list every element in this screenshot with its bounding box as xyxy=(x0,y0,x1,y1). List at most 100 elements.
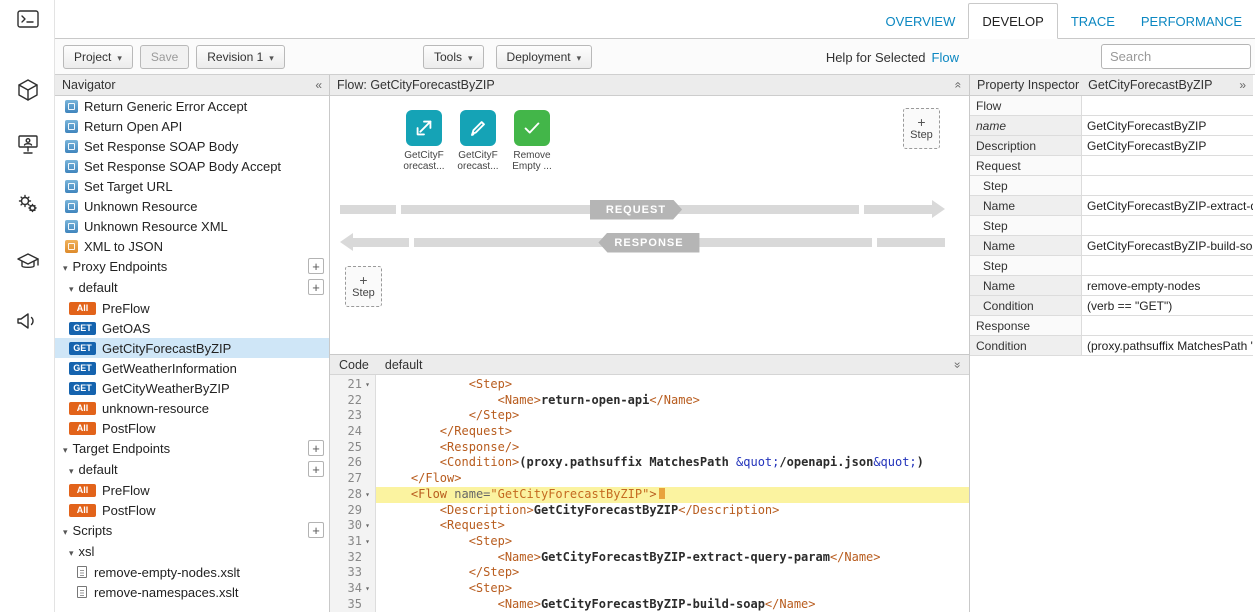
project-menu-button[interactable]: Project xyxy=(63,45,133,69)
navigator-file-item[interactable]: remove-namespaces.xslt xyxy=(55,582,329,602)
rail-workshop-icon[interactable] xyxy=(14,131,41,158)
flow-canvas: Step REQUEST RESPONSE xyxy=(330,96,969,354)
navigator-policy-item[interactable]: Return Open API xyxy=(55,116,329,136)
code-token: </Name> xyxy=(649,393,700,407)
code-line-31[interactable]: <Step> xyxy=(376,534,969,550)
code-line-26[interactable]: <Condition>(proxy.pathsuffix MatchesPath… xyxy=(376,455,969,471)
rail-megaphone-icon[interactable] xyxy=(14,307,41,334)
code-editor[interactable]: 21▾22232425262728▾2930▾31▾323334▾35 <Ste… xyxy=(330,375,969,612)
navigator-flow-item-preflow[interactable]: AllPreFlow xyxy=(55,298,329,318)
deployment-menu-button[interactable]: Deployment xyxy=(496,45,593,69)
fold-toggle-icon[interactable]: ▾ xyxy=(362,581,373,597)
rail-graduation-cap-icon[interactable] xyxy=(14,249,41,276)
navigator-flow-item-getoas[interactable]: GETGetOAS xyxy=(55,318,329,338)
navigator-policy-item[interactable]: Set Response SOAP Body Accept xyxy=(55,156,329,176)
code-line-23[interactable]: </Step> xyxy=(376,408,969,424)
navigator-flow-item-getweatherinformation[interactable]: GETGetWeatherInformation xyxy=(55,358,329,378)
fold-toggle-icon[interactable]: ▾ xyxy=(362,518,373,534)
navigator-group-default[interactable]: default xyxy=(55,277,329,298)
code-line-33[interactable]: </Step> xyxy=(376,565,969,581)
navigator-flow-item-postflow[interactable]: AllPostFlow xyxy=(55,500,329,520)
verb-badge: All xyxy=(69,484,96,497)
policy-icon xyxy=(65,240,78,253)
navigator-group-default[interactable]: default xyxy=(55,459,329,480)
rail-terminal-icon[interactable] xyxy=(14,6,41,33)
navigator-flow-item-preflow[interactable]: AllPreFlow xyxy=(55,480,329,500)
add-target-endpoints-button[interactable] xyxy=(308,440,324,456)
gutter-line: 26 xyxy=(330,455,375,471)
collapse-navigator-icon[interactable] xyxy=(315,78,322,92)
navigator-flow-item-getcityweatherbyzip[interactable]: GETGetCityWeatherByZIP xyxy=(55,378,329,398)
add-step-button-response[interactable]: Step xyxy=(345,266,382,307)
navigator-flow-item-postflow[interactable]: AllPostFlow xyxy=(55,418,329,438)
navigator-section-scripts[interactable]: Scripts xyxy=(55,520,329,541)
fold-toggle-icon[interactable]: ▾ xyxy=(362,377,373,393)
inspector-row-label: Name xyxy=(970,276,1082,295)
code-line-22[interactable]: <Name>return-open-api</Name> xyxy=(376,393,969,409)
code-line-32[interactable]: <Name>GetCityForecastByZIP-extract-query… xyxy=(376,550,969,566)
flow-step-2[interactable]: GetCityForecast... xyxy=(455,110,501,172)
navigator-policy-item[interactable]: Set Target URL xyxy=(55,176,329,196)
navigator-flow-item-getcityforecastbyzip[interactable]: GETGetCityForecastByZIP xyxy=(55,338,329,358)
inspector-row-value[interactable]: GetCityForecastByZIP-build-soap xyxy=(1082,236,1253,255)
fold-toggle-icon[interactable]: ▾ xyxy=(362,534,373,550)
inspector-row-value[interactable]: GetCityForecastByZIP xyxy=(1082,136,1253,155)
collapse-inspector-icon[interactable] xyxy=(1239,78,1246,92)
revision-menu-button[interactable]: Revision 1 xyxy=(196,45,285,69)
code-line-21[interactable]: <Step> xyxy=(376,377,969,393)
code-token: GetCityForecastByZIP-extract-query-param xyxy=(541,550,830,564)
code-line-27[interactable]: </Flow> xyxy=(376,471,969,487)
help-selected-flow-link[interactable]: Flow xyxy=(932,50,959,65)
code-line-30[interactable]: <Request> xyxy=(376,518,969,534)
navigator-policy-item[interactable]: Unknown Resource xyxy=(55,196,329,216)
add-step-button-request[interactable]: Step xyxy=(903,108,940,149)
tab-trace[interactable]: TRACE xyxy=(1058,4,1128,38)
verb-badge: All xyxy=(69,302,96,315)
inspector-row-value[interactable]: GetCityForecastByZIP-extract-qu xyxy=(1082,196,1253,215)
navigator-group-xsl[interactable]: xsl xyxy=(55,541,329,562)
navigator-policy-item[interactable]: Unknown Resource XML xyxy=(55,216,329,236)
collapse-flow-panel-icon[interactable] xyxy=(955,78,962,92)
inspector-row-value[interactable]: (verb == "GET") xyxy=(1082,296,1253,315)
save-button[interactable]: Save xyxy=(140,45,189,69)
code-tab-default[interactable]: default xyxy=(385,358,423,372)
flow-step-1[interactable]: GetCityForecast... xyxy=(401,110,447,172)
file-icon xyxy=(77,586,87,598)
tab-overview[interactable]: OVERVIEW xyxy=(873,4,969,38)
add-default-button[interactable] xyxy=(308,461,324,477)
navigator-policy-item[interactable]: Return Generic Error Accept xyxy=(55,96,329,116)
navigator-section-proxy-endpoints[interactable]: Proxy Endpoints xyxy=(55,256,329,277)
left-rail xyxy=(0,0,55,612)
navigator-policy-item[interactable]: XML to JSON xyxy=(55,236,329,256)
code-line-35[interactable]: <Name>GetCityForecastByZIP-build-soap</N… xyxy=(376,597,969,612)
flow-step-3[interactable]: RemoveEmpty ... xyxy=(509,110,555,172)
rail-gears-icon[interactable] xyxy=(14,190,41,217)
tab-performance[interactable]: PERFORMANCE xyxy=(1128,4,1255,38)
collapse-code-panel-icon[interactable] xyxy=(953,358,960,372)
code-line-28[interactable]: <Flow name="GetCityForecastByZIP"> xyxy=(376,487,969,503)
search-input[interactable] xyxy=(1101,44,1251,69)
help-for-selected-text: Help for Selected xyxy=(826,50,926,65)
request-band-label: REQUEST xyxy=(590,200,682,220)
add-proxy-endpoints-button[interactable] xyxy=(308,258,324,274)
navigator-policy-item[interactable]: Set Response SOAP Body xyxy=(55,136,329,156)
code-line-29[interactable]: <Description>GetCityForecastByZIP</Descr… xyxy=(376,503,969,519)
navigator-section-target-endpoints[interactable]: Target Endpoints xyxy=(55,438,329,459)
code-line-34[interactable]: <Step> xyxy=(376,581,969,597)
section-label: Scripts xyxy=(73,523,113,538)
inspector-row-value[interactable]: (proxy.pathsuffix MatchesPath "/c xyxy=(1082,336,1253,355)
add-scripts-button[interactable] xyxy=(308,522,324,538)
navigator-flow-item-unknown-resource[interactable]: Allunknown-resource xyxy=(55,398,329,418)
inspector-row-value[interactable]: remove-empty-nodes xyxy=(1082,276,1253,295)
request-flow-band: REQUEST xyxy=(340,205,932,214)
code-line-24[interactable]: </Request> xyxy=(376,424,969,440)
line-number: 22 xyxy=(348,393,362,409)
tools-menu-button[interactable]: Tools xyxy=(423,45,484,69)
code-line-25[interactable]: <Response/> xyxy=(376,440,969,456)
fold-toggle-icon[interactable]: ▾ xyxy=(362,487,373,503)
tab-develop[interactable]: DEVELOP xyxy=(968,3,1057,39)
inspector-row-value[interactable]: GetCityForecastByZIP xyxy=(1082,116,1253,135)
navigator-file-item[interactable]: remove-empty-nodes.xslt xyxy=(55,562,329,582)
add-default-button[interactable] xyxy=(308,279,324,295)
rail-package-icon[interactable] xyxy=(14,76,41,103)
